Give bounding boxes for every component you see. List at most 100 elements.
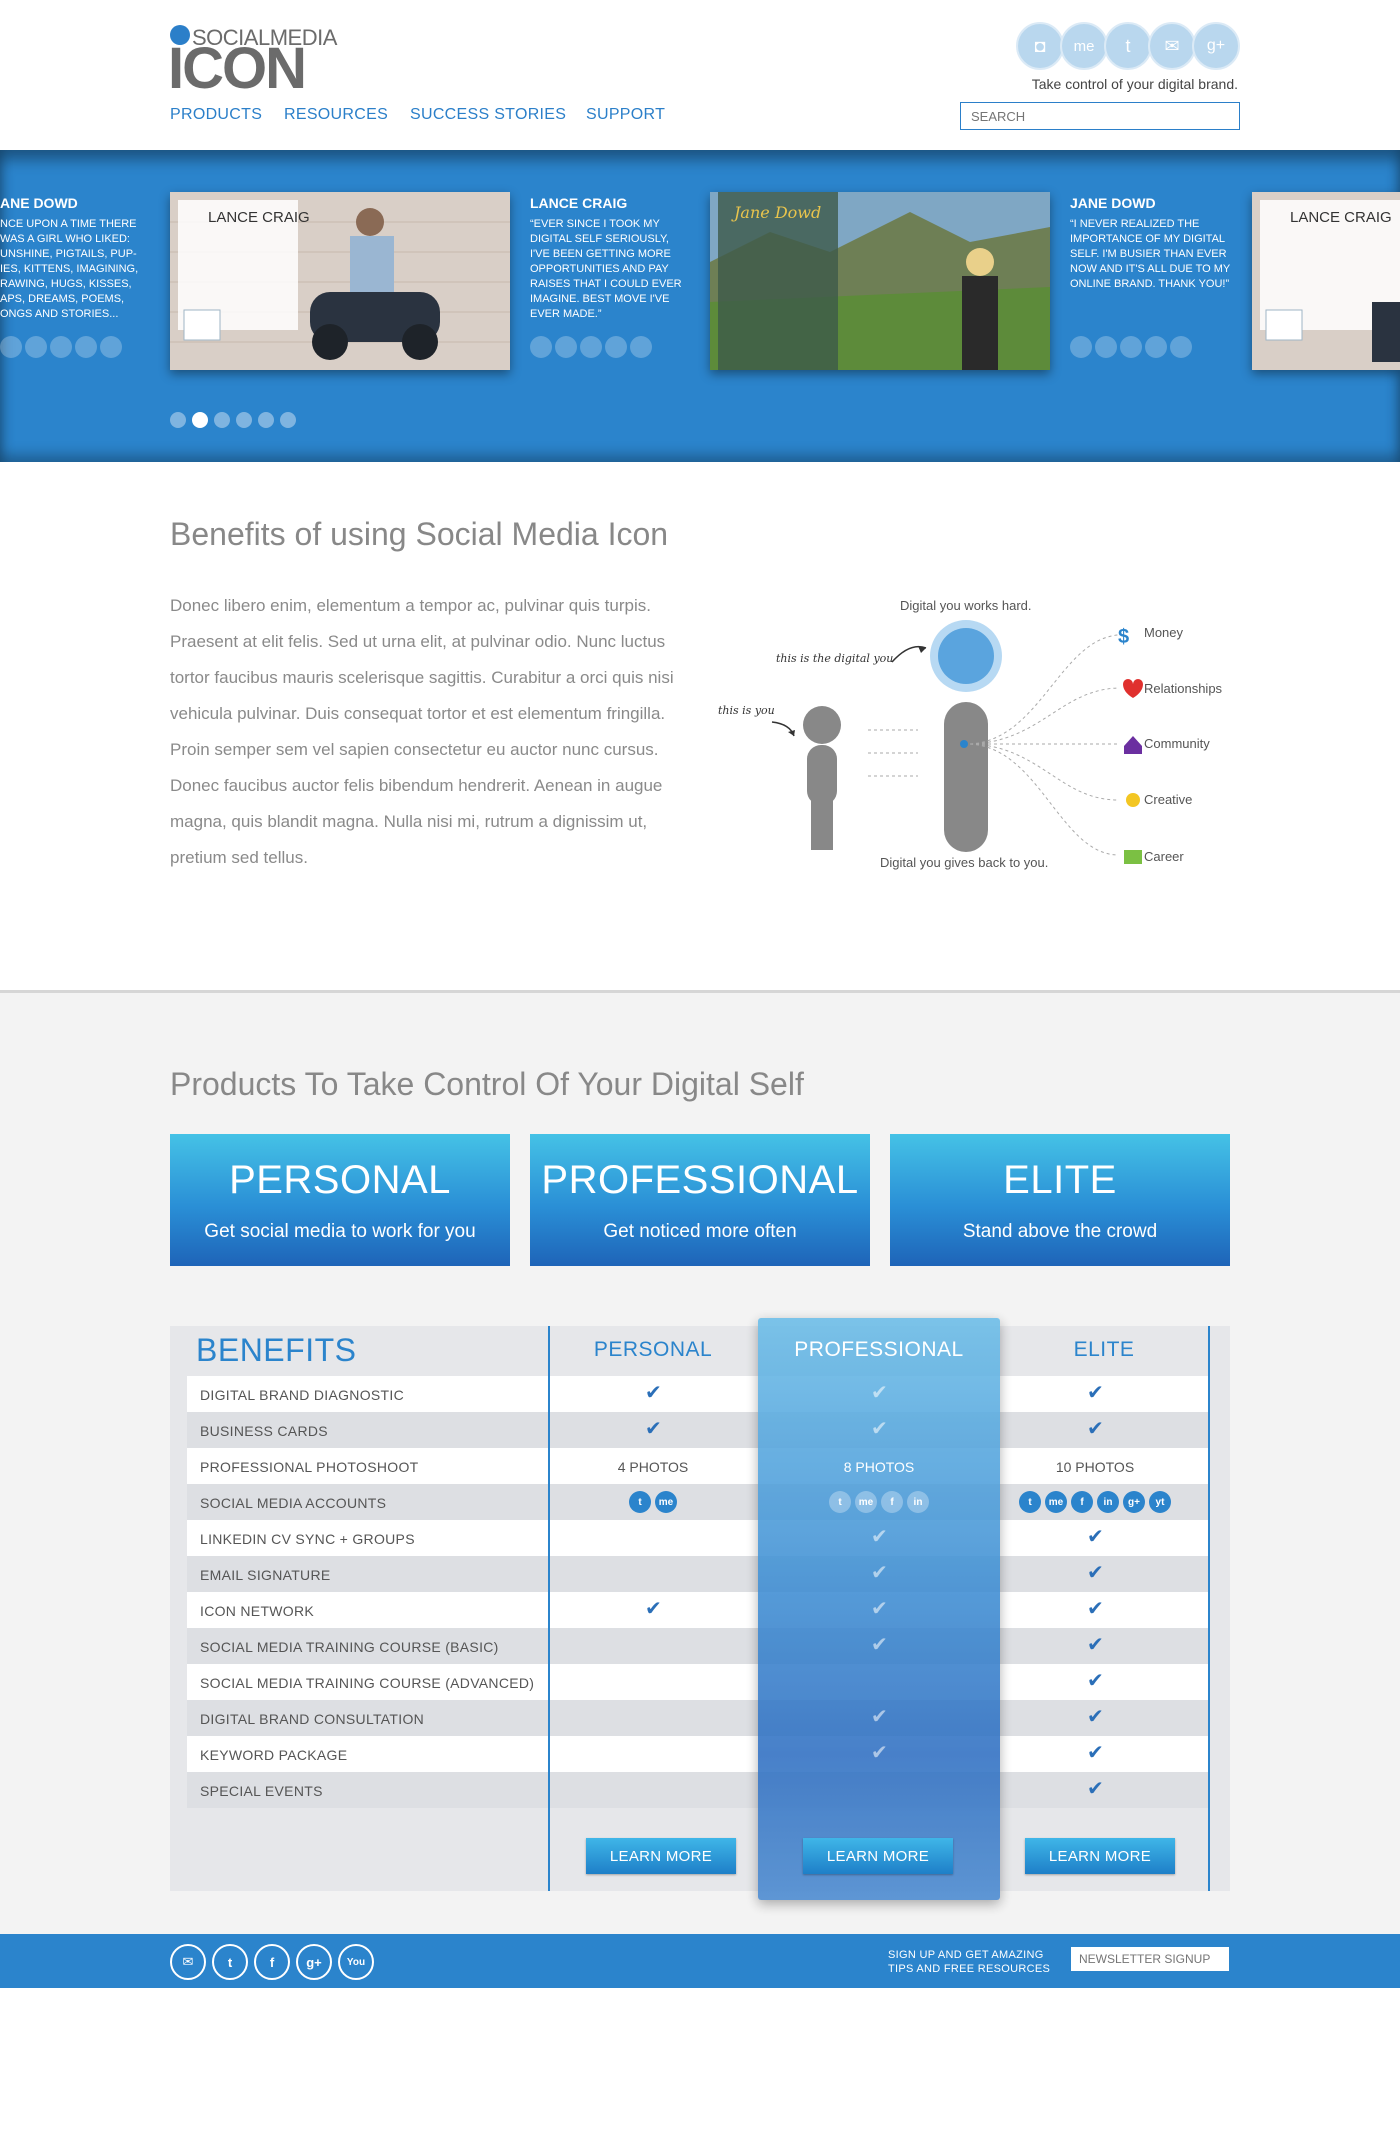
checkmark-icon: ✔ [1087, 1742, 1104, 1764]
table-header-benefits: BENEFITS [196, 1332, 357, 1368]
column-divider [548, 1326, 550, 1891]
digital-you-diagram: $ Money Relationships Community Creative… [718, 598, 1223, 870]
social-network-icon: t [829, 1491, 851, 1513]
checkmark-icon: ✔ [1087, 1670, 1104, 1692]
learn-more-button-personal[interactable]: LEARN MORE [586, 1838, 736, 1874]
google-plus-icon[interactable]: g+ [1192, 22, 1240, 70]
nav-resources[interactable]: RESOURCES [284, 106, 388, 124]
outcome-label: Money [1144, 625, 1184, 640]
learn-more-button-elite[interactable]: LEARN MORE [1025, 1838, 1175, 1874]
logo[interactable]: ICON [168, 40, 307, 98]
slide-quote: “I NEVER REALIZED THE IMPORTANCE OF MY D… [1070, 218, 1231, 290]
column-header-professional: PROFESSIONAL [794, 1338, 964, 1361]
social-network-icon: f [881, 1491, 903, 1513]
slider-dot[interactable] [214, 412, 230, 428]
row-label: BUSINESS CARDS [200, 1423, 328, 1439]
slider-dot[interactable] [170, 412, 186, 428]
photo-count: 10 PHOTOS [1055, 1459, 1135, 1475]
nav-products[interactable]: PRODUCTS [170, 106, 262, 124]
sun-icon [1126, 793, 1140, 807]
google-plus-icon[interactable]: g+ [296, 1944, 332, 1980]
social-accounts-icons: t me [629, 1491, 677, 1513]
checkmark-icon: ✔ [645, 1382, 662, 1404]
search-input[interactable] [960, 102, 1240, 130]
slide-text: ANE DOWD NCE UPON A TIME THERE WAS A GIR… [0, 196, 150, 322]
signup-text: SIGN UP AND GET AMAZING TIPS AND FREE RE… [888, 1948, 1050, 1976]
column-header-elite: ELITE [1073, 1338, 1135, 1361]
youtube-icon[interactable]: You [338, 1944, 374, 1980]
nav-support[interactable]: SUPPORT [586, 106, 665, 124]
slide-name: ANE DOWD [0, 195, 78, 211]
row-label: ICON NETWORK [200, 1603, 315, 1619]
slider-dot[interactable] [258, 412, 274, 428]
product-subtitle: Stand above the crowd [962, 1221, 1158, 1242]
checkmark-icon: ✔ [871, 1742, 888, 1764]
product-title: PROFESSIONAL [541, 1158, 859, 1202]
diagram-bottom-label: Digital you gives back to you. [880, 855, 1048, 870]
table-row: BUSINESS CARDS [187, 1412, 1209, 1448]
product-card-elite[interactable]: ELITE Stand above the crowd [890, 1134, 1230, 1266]
outcome-label: Relationships [1144, 681, 1223, 696]
outcome-label: Community [1144, 736, 1210, 751]
product-title: ELITE [1003, 1158, 1117, 1202]
jane-dowd-photo: Jane Dowd [710, 192, 1050, 370]
nav-success-stories[interactable]: SUCCESS STORIES [410, 106, 566, 124]
email-icon[interactable]: ✉ [170, 1944, 206, 1980]
me-icon[interactable]: me [1060, 22, 1108, 70]
social-network-icon: g+ [1123, 1491, 1145, 1513]
row-label: SOCIAL MEDIA ACCOUNTS [200, 1495, 387, 1511]
table-row: KEYWORD PACKAGE [187, 1736, 1209, 1772]
slide-name: LANCE CRAIG [530, 195, 628, 211]
slide-thumbnail[interactable]: LANCE CRAIG [1252, 192, 1400, 370]
product-subtitle: Get noticed more often [603, 1221, 797, 1242]
thumb-title: Jane Dowd [731, 203, 821, 222]
slider-dot[interactable] [280, 412, 296, 428]
row-label: LINKEDIN CV SYNC + GROUPS [200, 1531, 415, 1547]
heart-icon [1123, 679, 1143, 698]
row-label: KEYWORD PACKAGE [200, 1747, 348, 1763]
row-label: DIGITAL BRAND CONSULTATION [200, 1711, 425, 1727]
benefits-body: Donec libero enim, elementum a tempor ac… [170, 596, 674, 867]
diagram-script-digital: this is the digital you [776, 652, 893, 665]
twitter-icon[interactable]: t [212, 1944, 248, 1980]
social-network-icon: in [1097, 1491, 1119, 1513]
checkmark-icon: ✔ [871, 1706, 888, 1728]
twitter-icon[interactable]: t [1104, 22, 1152, 70]
slide-text: JANE DOWD “I NEVER REALIZED THE IMPORTAN… [1070, 196, 1240, 292]
product-card-personal[interactable]: PERSONAL Get social media to work for yo… [170, 1134, 510, 1266]
social-network-icon: yt [1149, 1491, 1171, 1513]
checkmark-icon: ✔ [871, 1418, 888, 1440]
social-network-icon: f [1071, 1491, 1093, 1513]
social-network-icon: t [629, 1491, 651, 1513]
checkmark-icon: ✔ [1087, 1598, 1104, 1620]
email-icon[interactable]: ✉ [1148, 22, 1196, 70]
row-label: SOCIAL MEDIA TRAINING COURSE (BASIC) [200, 1639, 499, 1655]
social-accounts-icons: t me f in g+ yt [1019, 1491, 1171, 1513]
slide-thumbnail[interactable]: LANCE CRAIG [170, 192, 510, 370]
checkmark-icon: ✔ [871, 1598, 888, 1620]
diagram-top-label: Digital you works hard. [900, 598, 1032, 613]
table-row: DIGITAL BRAND DIAGNOSTIC [187, 1376, 1209, 1412]
social-network-icon: t [1019, 1491, 1041, 1513]
product-card-professional[interactable]: PROFESSIONAL Get noticed more often [530, 1134, 870, 1266]
column-divider [1208, 1326, 1210, 1891]
slider-dot[interactable] [236, 412, 252, 428]
signup-line-1: SIGN UP AND GET AMAZING [888, 1949, 1044, 1961]
camera-icon[interactable]: ◘ [1016, 22, 1064, 70]
lance-craig-photo: LANCE CRAIG [170, 192, 510, 370]
slide-text: LANCE CRAIG “EVER SINCE I TOOK MY DIGITA… [530, 196, 690, 322]
table-row: EMAIL SIGNATURE [187, 1556, 1209, 1592]
learn-more-button-professional[interactable]: LEARN MORE [803, 1838, 953, 1874]
benefits-title: Benefits of using Social Media Icon [170, 516, 669, 552]
newsletter-signup-input[interactable] [1070, 1946, 1230, 1972]
checkmark-icon: ✔ [645, 1598, 662, 1620]
social-network-icon: me [855, 1491, 877, 1513]
photo-count: 8 PHOTOS [843, 1459, 915, 1475]
facebook-icon[interactable]: f [254, 1944, 290, 1980]
row-label: DIGITAL BRAND DIAGNOSTIC [200, 1387, 404, 1403]
slide-thumbnail[interactable]: Jane Dowd [710, 192, 1050, 370]
slider-dot-active[interactable] [192, 412, 208, 428]
checkmark-icon: ✔ [1087, 1526, 1104, 1548]
table-row: SOCIAL MEDIA TRAINING COURSE (ADVANCED) [187, 1664, 1209, 1700]
checkmark-icon: ✔ [645, 1418, 662, 1440]
